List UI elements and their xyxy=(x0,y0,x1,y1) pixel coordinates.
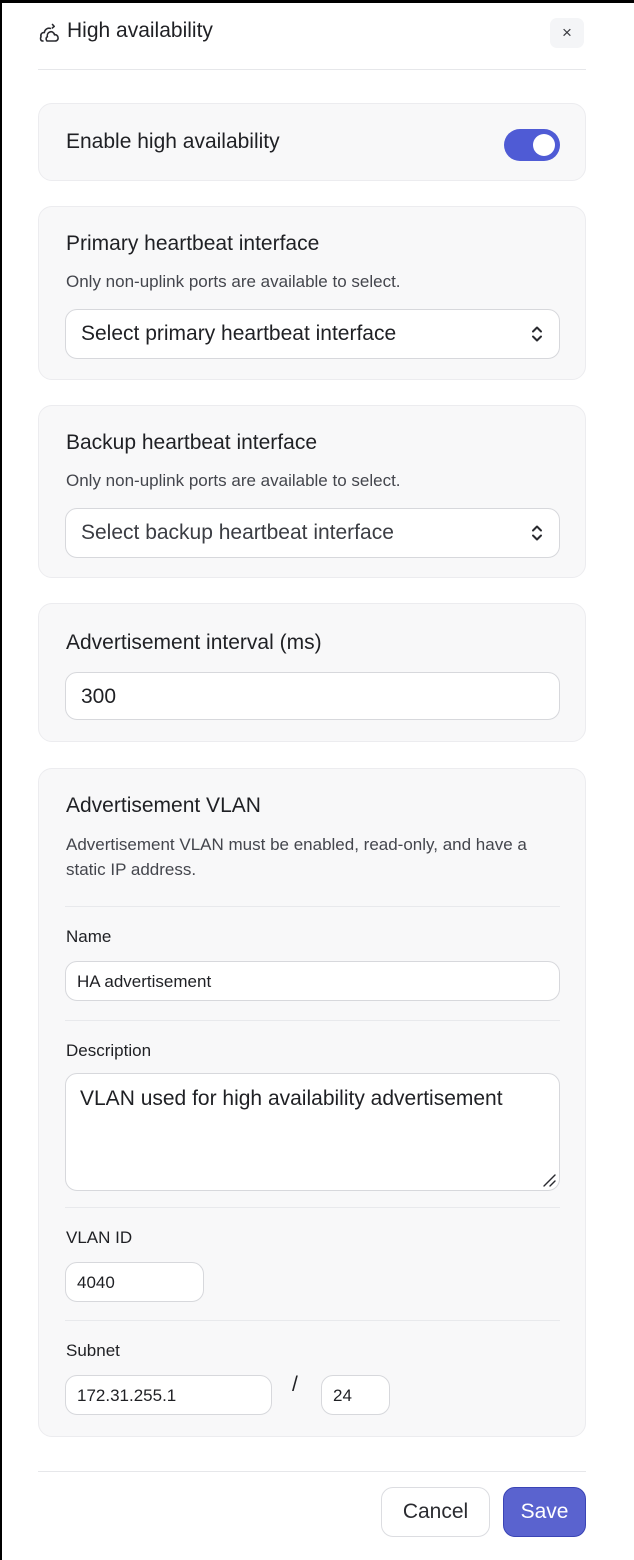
advertisement-interval-input[interactable]: 300 xyxy=(65,672,560,720)
backup-heartbeat-select[interactable]: Select backup heartbeat interface xyxy=(65,508,560,558)
high-availability-icon xyxy=(38,22,60,44)
primary-heartbeat-help: Only non-uplink ports are available to s… xyxy=(66,272,401,291)
vlan-id-value: 4040 xyxy=(77,1273,115,1292)
window-left-border xyxy=(0,0,2,1560)
backup-heartbeat-card: Backup heartbeat interface Only non-upli… xyxy=(38,405,586,578)
subnet-ip-value: 172.31.255.1 xyxy=(77,1386,177,1405)
enable-ha-toggle[interactable] xyxy=(504,129,560,161)
primary-heartbeat-select-value: Select primary heartbeat interface xyxy=(81,322,397,345)
enable-ha-label: Enable high availability xyxy=(66,130,280,153)
toggle-knob xyxy=(533,134,555,156)
advertisement-interval-card: Advertisement interval (ms) 300 xyxy=(38,603,586,742)
divider xyxy=(65,1020,560,1021)
backup-heartbeat-label: Backup heartbeat interface xyxy=(66,431,317,454)
subnet-prefix-value: 24 xyxy=(333,1386,352,1405)
cancel-button[interactable]: Cancel xyxy=(381,1487,490,1537)
subnet-ip-input[interactable]: 172.31.255.1 xyxy=(65,1375,272,1415)
dialog-title: High availability xyxy=(67,19,213,42)
vlan-name-label: Name xyxy=(66,927,112,946)
primary-heartbeat-select[interactable]: Select primary heartbeat interface xyxy=(65,309,560,359)
dialog-header: High availability × xyxy=(38,0,586,70)
vlan-name-value: HA advertisement xyxy=(77,972,212,991)
chevron-up-down-icon xyxy=(531,325,543,343)
advertisement-vlan-label: Advertisement VLAN xyxy=(66,794,261,817)
vlan-description-value: VLAN used for high availability advertis… xyxy=(80,1087,503,1110)
advertisement-vlan-card: Advertisement VLAN Advertisement VLAN mu… xyxy=(38,768,586,1437)
backup-heartbeat-help: Only non-uplink ports are available to s… xyxy=(66,471,401,490)
advertisement-interval-value: 300 xyxy=(81,685,117,708)
vlan-description-label: Description xyxy=(66,1041,152,1060)
vlan-id-input[interactable]: 4040 xyxy=(65,1262,204,1302)
vlan-description-textarea[interactable]: VLAN used for high availability advertis… xyxy=(65,1073,560,1191)
vlan-name-input[interactable]: HA advertisement xyxy=(65,961,560,1001)
close-icon: × xyxy=(562,23,572,42)
primary-heartbeat-card: Primary heartbeat interface Only non-upl… xyxy=(38,206,586,380)
divider xyxy=(65,1207,560,1208)
advertisement-interval-label: Advertisement interval (ms) xyxy=(66,631,322,654)
vlan-id-label: VLAN ID xyxy=(66,1228,133,1247)
divider xyxy=(65,906,560,907)
close-button[interactable]: × xyxy=(550,18,584,48)
footer-divider xyxy=(38,1471,586,1472)
subnet-prefix-input[interactable]: 24 xyxy=(321,1375,390,1415)
subnet-separator: / xyxy=(292,1373,298,1396)
enable-ha-card: Enable high availability xyxy=(38,103,586,181)
primary-heartbeat-label: Primary heartbeat interface xyxy=(66,232,320,255)
divider xyxy=(65,1320,560,1321)
subnet-label: Subnet xyxy=(66,1341,120,1360)
resize-handle-icon[interactable] xyxy=(540,1171,556,1187)
chevron-up-down-icon xyxy=(531,524,543,542)
backup-heartbeat-select-value: Select backup heartbeat interface xyxy=(81,521,394,544)
save-button[interactable]: Save xyxy=(503,1487,586,1537)
advertisement-vlan-help: Advertisement VLAN must be enabled, read… xyxy=(66,835,527,879)
